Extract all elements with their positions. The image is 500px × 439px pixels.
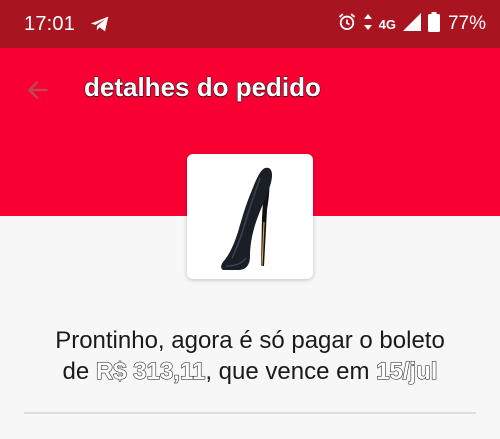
due-date-value: 15/jul (376, 358, 438, 386)
network-type: 4G (378, 16, 396, 32)
telegram-icon (89, 13, 111, 35)
high-heel-shoe-icon (221, 167, 273, 270)
message-middle: , que vence em (205, 358, 377, 385)
battery-icon (427, 11, 440, 37)
status-icons: 4G 77% (337, 11, 486, 37)
battery-percent: 77% (447, 13, 486, 34)
status-bar: 17:01 4G 77% (0, 0, 500, 48)
arrow-left-icon (28, 81, 48, 99)
amount-value: R$ 313,11 (95, 358, 206, 386)
back-button[interactable] (22, 74, 54, 106)
data-arrows-icon (363, 13, 373, 36)
signal-icon (402, 12, 422, 37)
divider (24, 412, 476, 414)
message-prefix: de (62, 358, 96, 385)
message-line-1: Prontinho, agora é só pagar o boleto (55, 327, 445, 354)
page-title: detalhes do pedido (84, 72, 322, 103)
product-image-card[interactable] (187, 154, 313, 279)
order-message: Prontinho, agora é só pagar o boleto de … (0, 325, 500, 387)
alarm-icon (337, 12, 357, 37)
status-time: 17:01 (24, 12, 76, 35)
message-line-2: de R$ 313,11, que vence em 15/jul (0, 356, 500, 387)
